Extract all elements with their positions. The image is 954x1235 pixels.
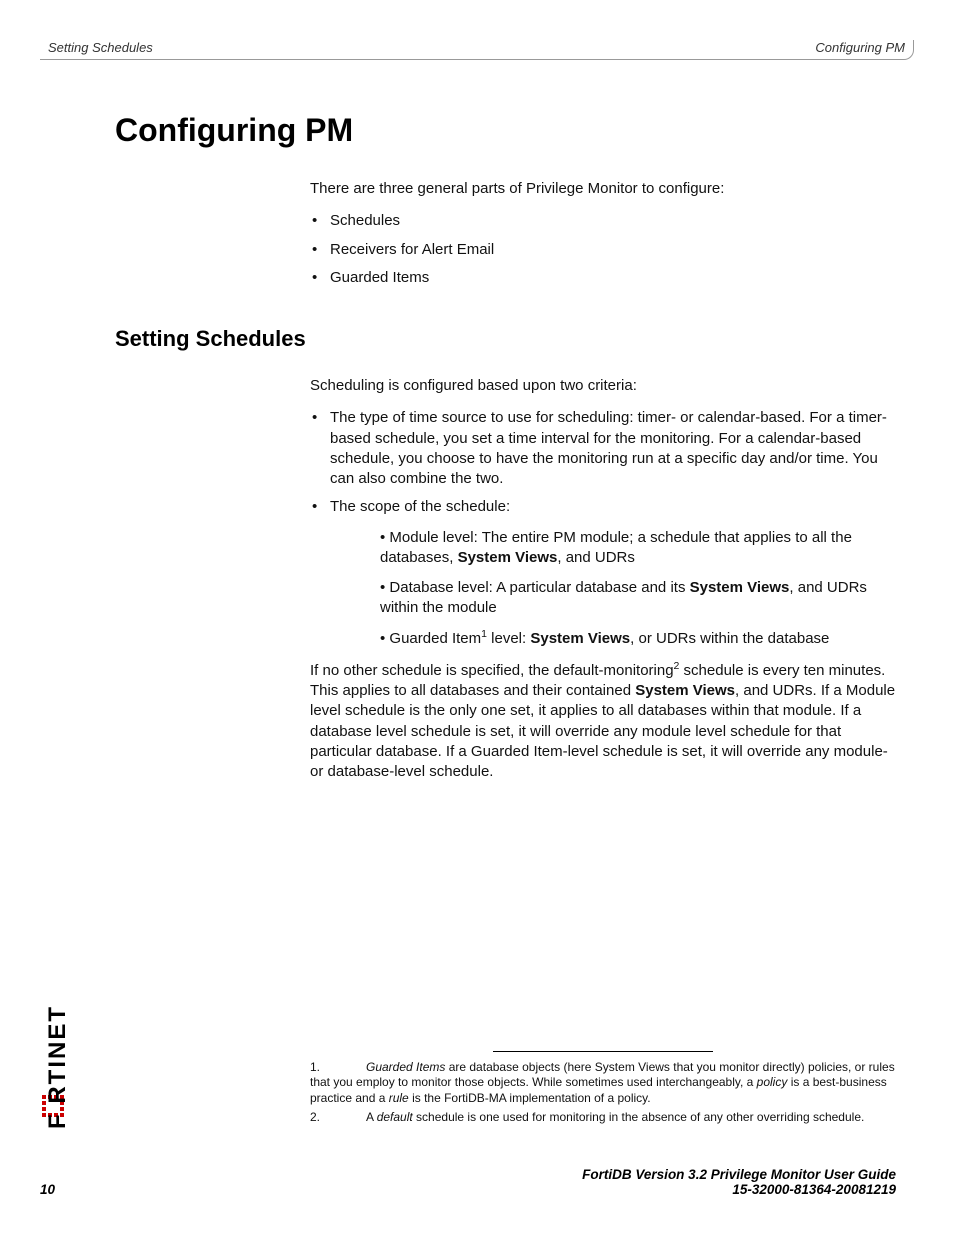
t: System Views <box>458 549 558 566</box>
t: System Views <box>530 630 630 647</box>
fortinet-logo: F RTINET <box>40 945 66 1135</box>
header-right: Configuring PM <box>815 40 905 55</box>
footnotes: 1.Guarded Items are database objects (he… <box>310 1051 896 1130</box>
t: level: <box>487 630 530 647</box>
footnote-1: 1.Guarded Items are database objects (he… <box>310 1060 896 1107</box>
t: schedule is one used for monitoring in t… <box>413 1110 865 1124</box>
bullet-schedules: Schedules <box>310 211 896 231</box>
intro-text: There are three general parts of Privile… <box>310 179 896 199</box>
sched-bullets: The type of time source to use for sched… <box>310 408 896 649</box>
footnote-separator <box>493 1051 713 1052</box>
fn-num: 1. <box>310 1060 366 1076</box>
bullet-guarded: Guarded Items <box>310 268 896 288</box>
sched-bullet-time: The type of time source to use for sched… <box>310 408 896 489</box>
footer-title: FortiDB Version 3.2 Privilege Monitor Us… <box>582 1167 896 1182</box>
main-content: Configuring PM There are three general p… <box>115 100 896 794</box>
t: , and UDRs <box>557 549 635 566</box>
sched-block: Scheduling is configured based upon two … <box>310 376 896 782</box>
t: , or UDRs within the database <box>630 630 829 647</box>
t: rule <box>389 1091 409 1105</box>
sched-bullet-scope: The scope of the schedule: • Module leve… <box>310 497 896 649</box>
running-header: Setting Schedules Configuring PM <box>40 40 914 60</box>
heading-1: Configuring PM <box>115 112 896 149</box>
scope-sublist: • Module level: The entire PM module; a … <box>380 528 896 649</box>
t: default <box>377 1110 413 1124</box>
t: System Views <box>635 682 735 699</box>
heading-2: Setting Schedules <box>115 326 896 352</box>
footnote-2: 2.A default schedule is one used for mon… <box>310 1110 896 1126</box>
intro-block: There are three general parts of Privile… <box>310 179 896 288</box>
sched-intro: Scheduling is configured based upon two … <box>310 376 896 396</box>
t: A <box>366 1110 377 1124</box>
scope-database: • Database level: A particular database … <box>380 578 896 619</box>
fn-num: 2. <box>310 1110 366 1126</box>
t: policy <box>757 1075 788 1089</box>
page: Setting Schedules Configuring PM Configu… <box>0 0 954 1235</box>
scope-module: • Module level: The entire PM module; a … <box>380 528 896 569</box>
scope-label: The scope of the schedule: <box>330 498 510 515</box>
t: • Database level: A particular database … <box>380 579 690 596</box>
page-number: 10 <box>40 1182 55 1197</box>
footer-docid: 15-32000-81364-20081219 <box>582 1182 896 1197</box>
t: Guarded Items <box>366 1060 445 1074</box>
t: is the FortiDB-MA implementation of a po… <box>409 1091 651 1105</box>
t: If no other schedule is specified, the d… <box>310 662 674 679</box>
override-paragraph: If no other schedule is specified, the d… <box>310 661 896 783</box>
footer-right: FortiDB Version 3.2 Privilege Monitor Us… <box>582 1167 896 1197</box>
scope-guarded: • Guarded Item1 level: System Views, or … <box>380 629 896 649</box>
t: • Guarded Item <box>380 630 481 647</box>
t: System Views <box>690 579 790 596</box>
bullet-receivers: Receivers for Alert Email <box>310 240 896 260</box>
header-left: Setting Schedules <box>48 40 153 55</box>
intro-bullets: Schedules Receivers for Alert Email Guar… <box>310 211 896 288</box>
footer: 10 FortiDB Version 3.2 Privilege Monitor… <box>40 1167 896 1197</box>
logo-text: F RTINET <box>44 1005 72 1129</box>
